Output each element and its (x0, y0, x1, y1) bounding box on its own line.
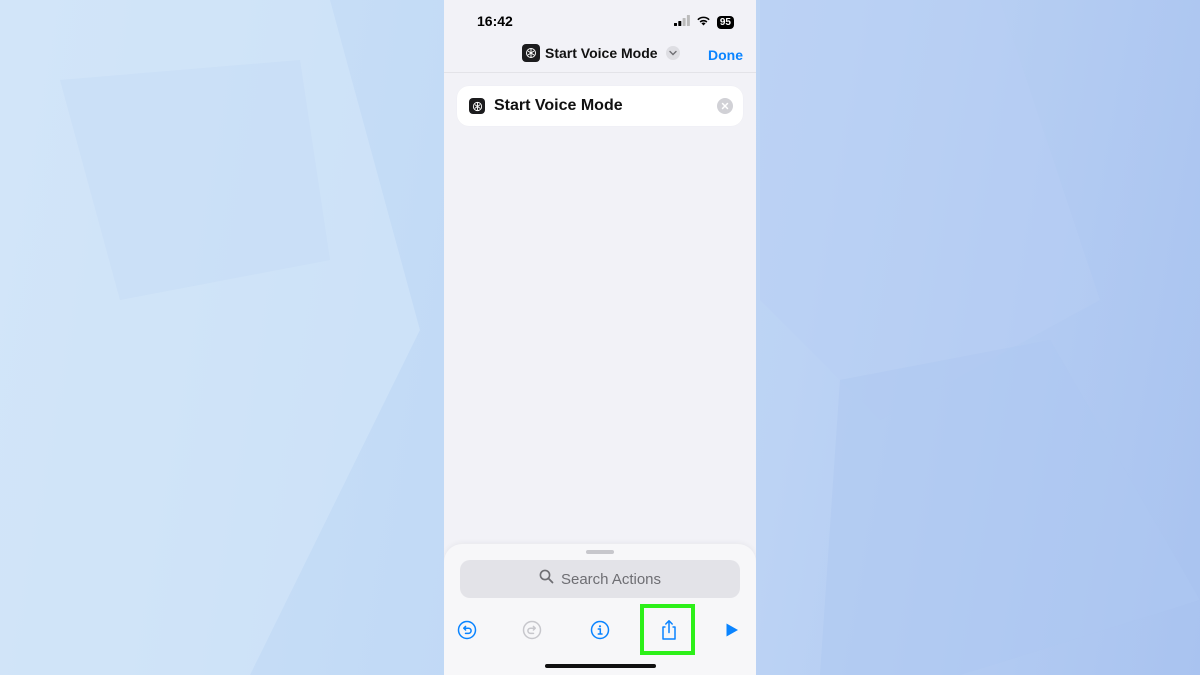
chatgpt-app-icon (469, 98, 485, 114)
editor-toolbar (444, 618, 756, 642)
battery-icon: 95 (716, 15, 734, 29)
undo-button[interactable] (455, 618, 479, 642)
undo-icon (457, 620, 477, 640)
share-highlight-box (640, 604, 695, 655)
search-placeholder: Search Actions (560, 570, 662, 588)
status-icons: 95 (673, 13, 734, 31)
action-label: Start Voice Mode (494, 97, 623, 114)
remove-action-button[interactable] (717, 98, 733, 114)
nav-title: Start Voice Mode (545, 45, 658, 61)
done-button[interactable]: Done (708, 47, 743, 63)
info-button[interactable] (588, 618, 612, 642)
info-icon (590, 620, 610, 640)
run-button[interactable] (720, 618, 744, 642)
search-icon (539, 569, 554, 589)
redo-icon (522, 620, 542, 640)
search-actions-field[interactable]: Search Actions (460, 560, 740, 598)
phone-screen: 16:42 95 Start Voice Mode Done Start Voi… (444, 0, 756, 675)
shortcut-title-menu[interactable]: Start Voice Mode (522, 44, 680, 62)
status-bar: 16:42 95 (444, 0, 756, 40)
sheet-grabber[interactable] (586, 550, 614, 554)
status-time: 16:42 (477, 13, 513, 29)
wifi-icon (696, 13, 711, 31)
chevron-down-icon[interactable] (665, 46, 680, 60)
actions-bottom-sheet: Search Actions (444, 544, 756, 675)
navigation-bar: Start Voice Mode Done (444, 40, 756, 73)
redo-button[interactable] (520, 618, 544, 642)
action-card-start-voice-mode[interactable]: Start Voice Mode (457, 86, 743, 126)
home-indicator (545, 664, 656, 668)
close-icon (721, 102, 729, 110)
cellular-signal-icon (673, 13, 690, 31)
chatgpt-app-icon (522, 44, 540, 62)
play-icon (726, 623, 738, 637)
